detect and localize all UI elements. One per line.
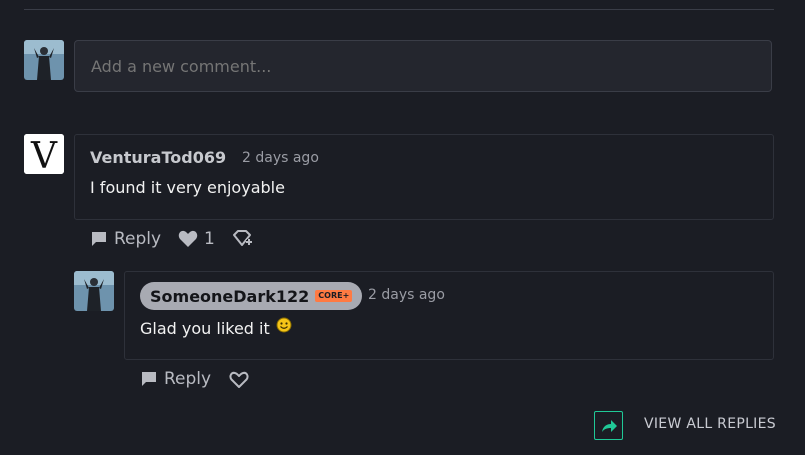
heart-outline-icon [229,371,249,388]
comment-text: I found it very enjoyable [90,178,285,197]
reply-icon [92,232,106,246]
share-arrow-icon [601,419,617,432]
core-plus-badge: CORE+ [315,290,353,302]
commenter-avatar[interactable]: V [24,134,64,174]
top-divider [24,9,774,10]
reply-to-reply-button[interactable]: Reply [140,369,211,389]
view-replies-button[interactable] [594,411,623,440]
reply-like-button[interactable] [229,371,249,393]
current-user-avatar[interactable] [24,40,64,80]
reply-button[interactable]: Reply [90,229,161,249]
gem-plus-icon [233,230,252,246]
like-count: 1 [204,229,215,249]
comment-timestamp: 2 days ago [242,150,319,166]
avatar-letter: V [30,136,58,174]
reply-icon [142,372,156,386]
reply-label: Reply [114,229,162,249]
reply-label: Reply [164,369,212,389]
like-button[interactable]: 1 [178,229,215,249]
reply-author-name: SomeoneDark122 [150,286,310,306]
reply-text-row: Glad you liked it [140,317,292,338]
view-all-replies-link[interactable]: VIEW ALL REPLIES [644,416,776,432]
new-comment-input[interactable] [74,40,772,92]
award-button[interactable] [232,229,253,252]
emoji-icon [276,317,292,332]
reply-text: Glad you liked it [140,319,270,338]
comment-card [74,134,774,220]
heart-icon [178,230,198,247]
reply-author-avatar[interactable] [74,271,114,311]
reply-author[interactable]: SomeoneDark122 CORE+ [140,282,363,310]
comment-author[interactable]: VenturaTod069 [90,148,226,167]
reply-timestamp: 2 days ago [368,287,445,303]
